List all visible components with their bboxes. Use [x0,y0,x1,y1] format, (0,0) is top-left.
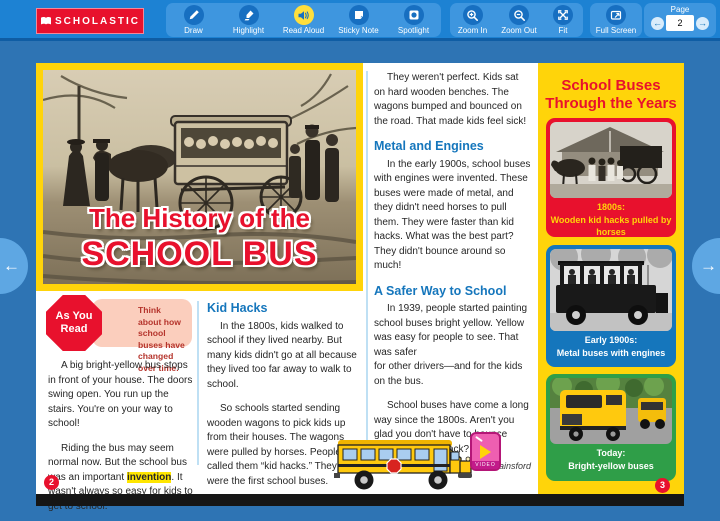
page-number-right: 3 [655,478,670,493]
highlight-label: Highlight [233,26,264,35]
fit-label: Fit [559,26,568,35]
page-number-left: 2 [44,475,59,490]
fit-icon [557,9,569,21]
card-era-label: Early 1900s: [585,335,638,345]
sticky-note-button[interactable]: Sticky Note [331,3,386,35]
timeline-card-today: Today: Bright-yellow buses [546,374,676,481]
speaker-icon [297,9,310,22]
as-you-read-note: Think about how school buses have change… [92,299,192,347]
timeline-card-1800s: 1800s: Wooden kid hacks pulled by horses [546,118,676,237]
toolbar-group-annotate: Draw Highlight Read Aloud Sticky Note Sp… [166,3,441,37]
draw-button[interactable]: Draw [166,3,221,35]
toolbar-group-fullscreen: Full Screen [590,3,642,37]
zoom-out-button[interactable]: Zoom Out [495,3,543,35]
next-page-arrow[interactable]: → [692,238,720,294]
fit-button[interactable]: Fit [543,3,583,35]
full-screen-icon [610,9,622,21]
spotlight-label: Spotlight [398,26,429,35]
zoom-in-label: Zoom In [458,26,487,35]
card-description: Wooden kid hacks pulled by horses [551,215,672,238]
school-bus-icon [334,435,474,493]
arrow-left-icon: ← [3,256,20,276]
pencil-icon [188,9,200,21]
reader-app: SCHOLASTIC Draw Highlight Read Aloud Sti… [0,0,720,521]
article-column-3: They weren't perfect. Kids sat on hard w… [374,71,531,474]
section-heading-kid-hacks: Kid Hacks [207,301,360,316]
metal-bus-photo-illustration [550,249,672,331]
spotlight-button[interactable]: Spotlight [386,3,441,35]
kid-hack-photo-illustration [550,122,672,198]
paragraph: A big bright-yellow bus stops in front o… [48,359,194,432]
photo-yellow-buses [550,378,672,444]
page-prev-button[interactable]: ← [651,17,664,30]
spotlight-icon [408,9,420,21]
sticky-note-label: Sticky Note [338,26,378,35]
paragraph: for other drivers—and for the kids on th… [374,360,531,389]
spread-bottom-shadow [36,494,684,506]
toolbar-group-zoom: Zoom In Zoom Out Fit [450,3,583,37]
yellow-bus-photo-illustration [550,378,672,444]
paragraph: They weren't perfect. Kids sat on hard w… [374,71,531,129]
open-book-icon [40,16,52,26]
card-description: Metal buses with engines [557,348,666,358]
arrow-right-icon: → [700,256,717,276]
read-aloud-label: Read Aloud [283,26,324,35]
column-divider [197,301,199,465]
zoom-in-button[interactable]: Zoom In [450,3,495,35]
photo-wooden-kid-hack [550,122,672,198]
toolbar: SCHOLASTIC Draw Highlight Read Aloud Sti… [0,0,720,41]
card-era-label: 1800s: [597,202,625,212]
card-description: Bright-yellow buses [568,461,654,471]
paragraph: In the 1800s, kids walked to school if t… [207,320,360,393]
zoom-out-icon [513,9,526,22]
logo-text: SCHOLASTIC [55,16,140,27]
paragraph: In 1939, people started painting school … [374,302,531,360]
previous-page-arrow[interactable]: ← [0,238,28,294]
card-era-label: Today: [597,448,626,458]
paragraph: In the early 1900s, school buses with en… [374,158,531,274]
photo-metal-bus [550,249,672,331]
vocabulary-highlight[interactable]: invention [127,472,171,483]
watch-video-button[interactable]: VIDEO [470,432,501,471]
read-aloud-button[interactable]: Read Aloud [276,3,331,35]
section-heading-safer-way: A Safer Way to School [374,284,531,299]
hero-photo-frame: The History of the SCHOOL BUS [36,63,363,291]
page-number-input[interactable] [666,15,694,31]
sticky-note-icon [353,9,365,21]
timeline-sidebar: School Buses Through the Years [538,63,684,494]
as-you-read-badge-text: As You Read [46,310,102,335]
cartoon-school-bus-illustration [334,435,474,493]
column-divider [366,71,368,457]
article-title-line2: SCHOOL BUS [43,235,356,274]
highlighter-icon [243,9,255,21]
magazine-spread: The History of the SCHOOL BUS Think abou… [36,63,684,494]
video-button-label: VIDEO [472,461,499,469]
highlight-button[interactable]: Highlight [221,3,276,35]
draw-label: Draw [184,26,203,35]
scholastic-logo: SCHOLASTIC [36,8,144,34]
full-screen-button[interactable]: Full Screen [590,3,642,35]
section-heading-metal-engines: Metal and Engines [374,139,531,154]
sparkle-icon [475,436,483,442]
zoom-out-label: Zoom Out [501,26,537,35]
hero-photo-kid-hack: The History of the SCHOOL BUS [43,70,356,284]
sidebar-title: School Buses Through the Years [544,77,678,112]
page-next-button[interactable]: → [696,17,709,30]
timeline-card-early-1900s: Early 1900s: Metal buses with engines [546,245,676,367]
play-icon [480,445,491,459]
zoom-in-icon [466,9,479,22]
page-label: Page [671,5,690,14]
toolbar-group-page: Page ← → [644,3,716,37]
full-screen-label: Full Screen [596,26,636,35]
article-title-line1: The History of the [43,203,356,234]
